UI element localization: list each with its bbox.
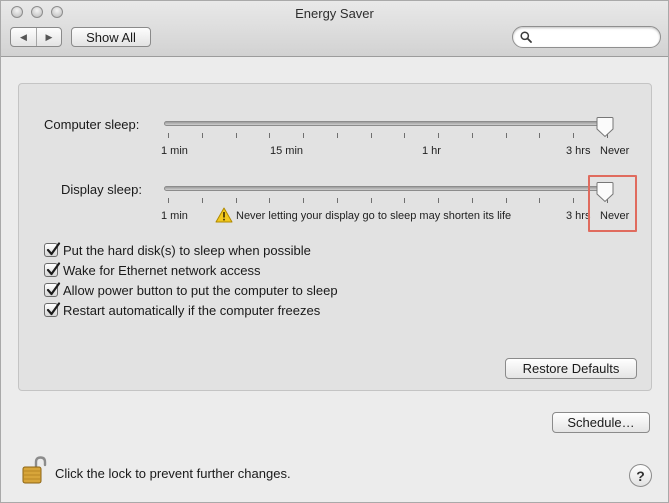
- slider-tick: [505, 198, 507, 203]
- computer-sleep-tick-15min: 15 min: [270, 145, 304, 157]
- slider-tick: [370, 198, 372, 203]
- computer-sleep-slider-knob[interactable]: [596, 116, 614, 138]
- highlight-box: [588, 175, 637, 232]
- forward-arrow-icon: ▶: [45, 31, 53, 42]
- checkbox[interactable]: [44, 262, 61, 277]
- slider-tick: [505, 133, 507, 138]
- slider-tick: [539, 198, 541, 203]
- display-sleep-warning-text: Never letting your display go to sleep m…: [236, 210, 512, 222]
- computer-sleep-tick-3hrs: 3 hrs: [566, 145, 591, 157]
- option-power-button-sleep[interactable]: Allow power button to put the computer t…: [44, 281, 338, 299]
- slider-tick: [201, 133, 203, 138]
- checkmark-icon: [46, 242, 61, 256]
- checkbox[interactable]: [44, 242, 61, 257]
- lock-message: Click the lock to prevent further change…: [55, 466, 291, 481]
- title-bar: Energy Saver ◀ ▶ Show All: [1, 1, 668, 57]
- slider-tick: [269, 198, 271, 203]
- slider-tick: [573, 198, 575, 203]
- option-label: Wake for Ethernet network access: [63, 262, 261, 278]
- slider-tick: [303, 133, 305, 138]
- slider-tick: [336, 198, 338, 203]
- option-restart-on-freeze[interactable]: Restart automatically if the computer fr…: [44, 301, 320, 319]
- computer-sleep-label: Computer sleep:: [44, 117, 140, 132]
- slider-tick: [539, 133, 541, 138]
- slider-tick: [438, 133, 440, 138]
- computer-sleep-slider-track[interactable]: [164, 121, 612, 126]
- back-button[interactable]: ◀: [11, 28, 36, 46]
- slider-tick: [404, 133, 406, 138]
- window-title: Energy Saver: [295, 6, 374, 21]
- energy-saver-window: Energy Saver ◀ ▶ Show All Computer sleep…: [0, 0, 669, 503]
- back-arrow-icon: ◀: [20, 31, 27, 42]
- search-input[interactable]: [535, 29, 653, 45]
- search-field[interactable]: [512, 26, 661, 48]
- slider-tick: [269, 133, 271, 138]
- slider-tick: [471, 198, 473, 203]
- slider-tick: [235, 133, 237, 138]
- option-wake-ethernet[interactable]: Wake for Ethernet network access: [44, 261, 261, 279]
- slider-tick: [336, 133, 338, 138]
- checkbox[interactable]: [44, 302, 61, 317]
- slider-tick: [235, 198, 237, 203]
- display-sleep-tick-1min: 1 min: [161, 210, 188, 222]
- forward-button[interactable]: ▶: [36, 28, 61, 46]
- display-sleep-slider-track[interactable]: [164, 186, 612, 191]
- computer-sleep-tick-never: Never: [600, 145, 630, 157]
- schedule-button[interactable]: Schedule…: [552, 412, 650, 433]
- display-sleep-label: Display sleep:: [61, 182, 142, 197]
- checkmark-icon: [46, 262, 61, 276]
- restore-defaults-button[interactable]: Restore Defaults: [505, 358, 637, 379]
- checkmark-icon: [46, 302, 61, 316]
- help-button[interactable]: ?: [629, 464, 652, 487]
- lock-open-icon[interactable]: [21, 455, 47, 485]
- slider-tick: [370, 133, 372, 138]
- computer-sleep-tick-1min: 1 min: [161, 145, 188, 157]
- option-hard-disk-sleep[interactable]: Put the hard disk(s) to sleep when possi…: [44, 241, 311, 259]
- slider-tick: [168, 198, 169, 203]
- computer-sleep-tick-1hr: 1 hr: [422, 145, 441, 157]
- slider-tick: [404, 198, 406, 203]
- slider-tick: [201, 198, 203, 203]
- option-label: Restart automatically if the computer fr…: [63, 302, 321, 318]
- slider-tick: [573, 133, 575, 138]
- slider-tick: [471, 133, 473, 138]
- option-label: Put the hard disk(s) to sleep when possi…: [63, 242, 311, 258]
- checkmark-icon: [46, 282, 61, 296]
- display-sleep-tick-3hrs: 3 hrs: [566, 210, 591, 222]
- option-label: Allow power button to put the computer t…: [63, 282, 338, 298]
- slider-tick: [303, 198, 305, 203]
- slider-tick: [438, 198, 440, 203]
- nav-button-group: ◀ ▶: [10, 27, 62, 47]
- warning-icon: [215, 207, 233, 223]
- checkbox[interactable]: [44, 282, 61, 297]
- search-icon: [520, 31, 532, 43]
- slider-tick: [168, 133, 169, 138]
- show-all-button[interactable]: Show All: [71, 27, 151, 47]
